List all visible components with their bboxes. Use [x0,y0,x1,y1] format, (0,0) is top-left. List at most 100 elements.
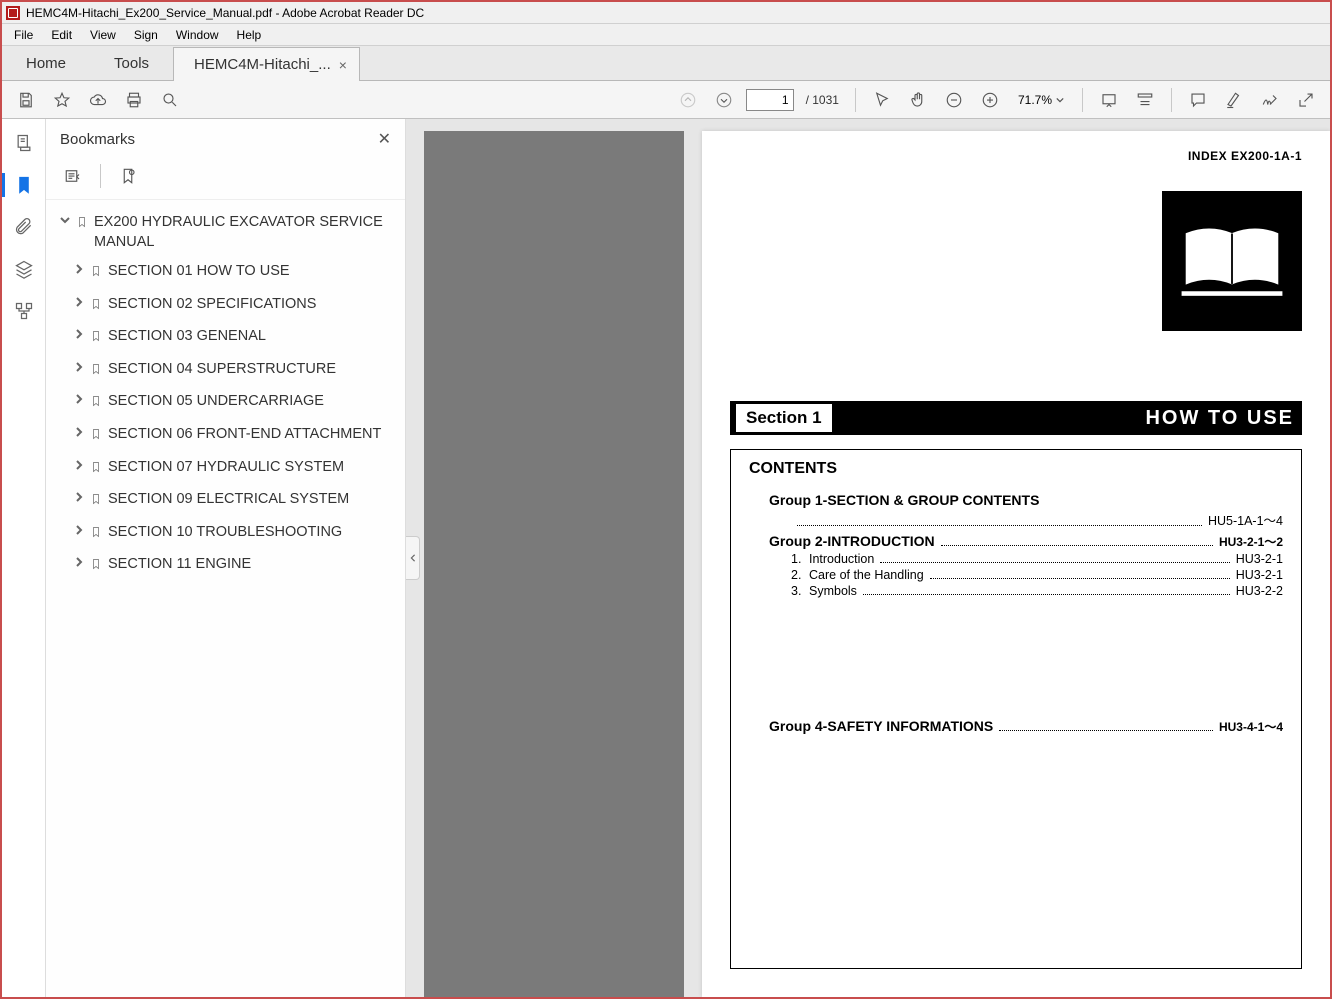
bookmark-item[interactable]: SECTION 05 UNDERCARRIAGE [70,387,395,420]
page-total: / 1031 [806,93,839,107]
menubar: File Edit View Sign Window Help [2,24,1330,46]
bookmarks-icon[interactable] [10,171,38,199]
separator [855,88,856,112]
chevron-down-icon[interactable] [58,215,72,225]
highlight-icon[interactable] [1220,86,1248,114]
comment-icon[interactable] [1184,86,1212,114]
bookmark-icon [90,297,104,318]
chevron-right-icon[interactable] [72,460,86,470]
chevron-right-icon[interactable] [72,264,86,274]
search-icon[interactable] [156,86,184,114]
bookmark-icon [76,215,90,236]
hand-tool-icon[interactable] [904,86,932,114]
chevron-right-icon[interactable] [72,394,86,404]
bookmark-icon [90,362,104,383]
titlebar: HEMC4M-Hitachi_Ex200_Service_Manual.pdf … [2,2,1330,24]
zoom-select[interactable]: 71.7% [1012,91,1070,109]
tab-close-icon[interactable]: × [339,57,347,73]
bookmark-label: SECTION 04 SUPERSTRUCTURE [108,360,393,380]
bookmark-item[interactable]: SECTION 11 ENGINE [70,550,395,583]
attachments-icon[interactable] [10,213,38,241]
bookmark-options-icon[interactable] [60,163,86,189]
toolbar: / 1031 71.7% [2,81,1330,119]
bookmark-icon [90,492,104,513]
bookmark-label: SECTION 07 HYDRAULIC SYSTEM [108,458,393,478]
bookmark-icon [90,557,104,578]
tab-tools[interactable]: Tools [90,47,173,80]
bookmark-item[interactable]: SECTION 03 GENENAL [70,322,395,355]
document-area[interactable]: INDEX EX200-1A-1 Section 1 HOW TO USE CO… [406,119,1330,997]
print-icon[interactable] [120,86,148,114]
bookmark-label: SECTION 10 TROUBLESHOOTING [108,523,393,543]
chevron-right-icon[interactable] [72,492,86,502]
bookmark-item[interactable]: SECTION 10 TROUBLESHOOTING [70,518,395,551]
bookmarks-panel: Bookmarks ✕ EX200 HYDRAULIC EXCAVATOR SE… [46,119,406,997]
contents-item: 1.IntroductionHU3-2-1 [791,552,1283,566]
menu-file[interactable]: File [6,26,41,44]
zoom-level: 71.7% [1018,93,1052,107]
bookmark-icon [90,460,104,481]
tab-document-label: HEMC4M-Hitachi_... [194,56,331,73]
zoom-out-icon[interactable] [940,86,968,114]
bookmark-label: SECTION 05 UNDERCARRIAGE [108,392,393,412]
bookmark-label: SECTION 11 ENGINE [108,555,393,575]
bookmark-item[interactable]: SECTION 06 FRONT-END ATTACHMENT [70,420,395,453]
chevron-right-icon[interactable] [72,525,86,535]
chevron-right-icon[interactable] [72,297,86,307]
star-icon[interactable] [48,86,76,114]
find-bookmark-icon[interactable] [115,163,141,189]
layers-icon[interactable] [10,255,38,283]
contents-box: CONTENTS Group 1-SECTION & GROUP CONTENT… [730,449,1302,969]
bookmark-root[interactable]: EX200 HYDRAULIC EXCAVATOR SERVICE MANUAL [56,208,395,257]
bookmark-item[interactable]: SECTION 02 SPECIFICATIONS [70,290,395,323]
model-tree-icon[interactable] [10,297,38,325]
bookmark-item[interactable]: SECTION 07 HYDRAULIC SYSTEM [70,453,395,486]
menu-view[interactable]: View [82,26,124,44]
page-number-input[interactable] [746,89,794,111]
separator [100,164,101,188]
fit-width-icon[interactable] [1095,86,1123,114]
menu-edit[interactable]: Edit [43,26,80,44]
share-icon[interactable] [1292,86,1320,114]
chevron-right-icon[interactable] [72,362,86,372]
save-icon[interactable] [12,86,40,114]
menu-window[interactable]: Window [168,26,227,44]
contents-heading: CONTENTS [749,460,1283,478]
chevron-right-icon[interactable] [72,329,86,339]
bookmark-icon [90,525,104,546]
bookmark-label: SECTION 03 GENENAL [108,327,393,347]
page-down-icon[interactable] [710,86,738,114]
tab-document[interactable]: HEMC4M-Hitachi_... × [173,47,360,81]
previous-page-spread [424,131,684,997]
collapse-panel-icon[interactable] [406,536,420,580]
bookmark-tree: EX200 HYDRAULIC EXCAVATOR SERVICE MANUAL… [46,200,405,591]
bookmark-item[interactable]: SECTION 01 HOW TO USE [70,257,395,290]
pointer-tool-icon[interactable] [868,86,896,114]
contents-item: 2.Care of the HandlingHU3-2-1 [791,568,1283,582]
chevron-right-icon[interactable] [72,427,86,437]
thumbnails-icon[interactable] [10,129,38,157]
tab-home[interactable]: Home [2,47,90,80]
panel-title: Bookmarks [60,131,135,148]
bookmark-item[interactable]: SECTION 09 ELECTRICAL SYSTEM [70,485,395,518]
bookmark-icon [90,427,104,448]
zoom-in-icon[interactable] [976,86,1004,114]
cloud-upload-icon[interactable] [84,86,112,114]
bookmark-item[interactable]: SECTION 04 SUPERSTRUCTURE [70,355,395,388]
page-view-icon[interactable] [1131,86,1159,114]
separator [1082,88,1083,112]
group-row: Group 2-INTRODUCTIONHU3-2-1～2 [769,533,1283,550]
chevron-right-icon[interactable] [72,557,86,567]
menu-sign[interactable]: Sign [126,26,166,44]
sign-icon[interactable] [1256,86,1284,114]
close-icon[interactable]: ✕ [378,129,391,149]
menu-help[interactable]: Help [229,26,270,44]
bookmark-icon [90,264,104,285]
app-icon [6,6,20,20]
window-title: HEMC4M-Hitachi_Ex200_Service_Manual.pdf … [26,6,424,20]
tabbar: Home Tools HEMC4M-Hitachi_... × [2,46,1330,81]
page-up-icon[interactable] [674,86,702,114]
body: Bookmarks ✕ EX200 HYDRAULIC EXCAVATOR SE… [2,119,1330,997]
left-rail [2,119,46,997]
group-row: Group 4-SAFETY INFORMATIONSHU3-4-1～4 [769,718,1283,735]
